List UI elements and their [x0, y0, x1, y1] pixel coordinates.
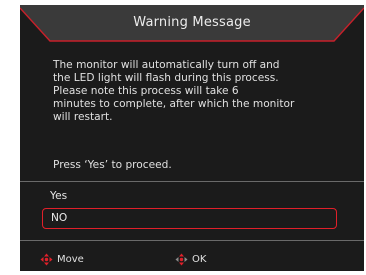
yes-option[interactable]: Yes [50, 190, 67, 202]
footer-ok: OK [175, 253, 206, 266]
divider-top [20, 181, 364, 182]
warning-message: The monitor will automatically turn off … [53, 59, 295, 123]
divider-bottom [20, 240, 364, 241]
no-option[interactable]: NO [42, 208, 337, 229]
move-label: Move [57, 254, 84, 265]
ok-label: OK [192, 254, 207, 265]
dpad-ok-icon [175, 253, 188, 266]
proceed-prompt: Press ‘Yes’ to proceed. [53, 159, 172, 171]
footer-move: Move [40, 253, 84, 266]
warning-dialog: Warning Message The monitor will automat… [20, 5, 364, 271]
dialog-header: Warning Message [20, 5, 364, 47]
dialog-title: Warning Message [133, 15, 251, 30]
dpad-move-icon [40, 253, 53, 266]
no-option-label: NO [51, 212, 68, 224]
